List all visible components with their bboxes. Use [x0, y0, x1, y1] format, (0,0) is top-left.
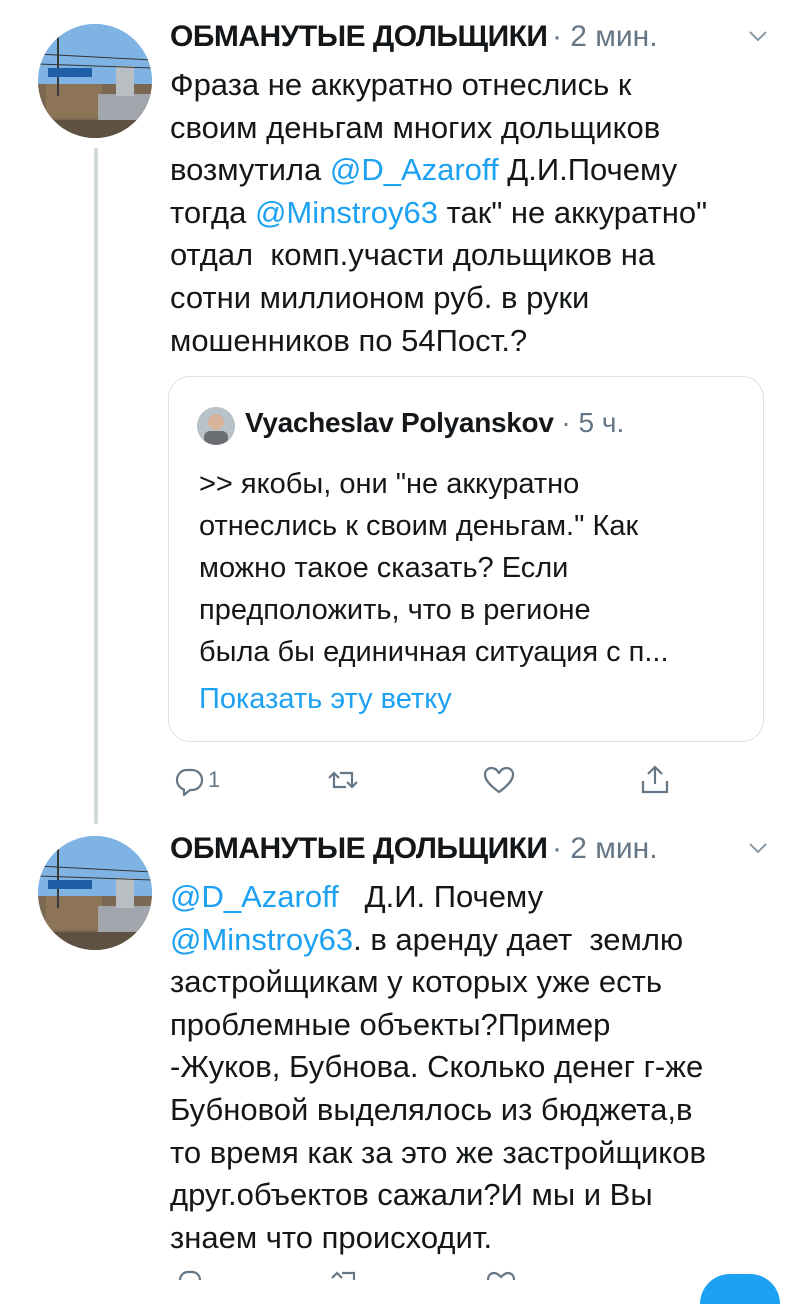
text-segment: Д.И. Почему — [364, 879, 544, 914]
reply-button[interactable]: 1 — [172, 760, 220, 800]
retweet-icon — [328, 771, 358, 789]
author-name[interactable]: ОБМАНУТЫЕ ДОЛЬЩИКИ — [170, 832, 548, 865]
mention-link[interactable]: @Minstroy63 — [255, 195, 438, 230]
like-icon[interactable] — [484, 1268, 518, 1280]
quoted-tweet[interactable]: Vyacheslav Polyanskov · 5 ч. >> якобы, о… — [168, 376, 764, 742]
mention-link[interactable]: @D_Azaroff — [170, 879, 339, 914]
chevron-down-icon[interactable] — [748, 30, 768, 42]
reply-count: 1 — [208, 767, 221, 792]
tweet-text: Фраза не аккуратно отнеслись к своим ден… — [170, 64, 770, 362]
like-button[interactable] — [482, 760, 516, 800]
thread-connector-line — [94, 148, 98, 824]
author-name[interactable]: ОБМАНУТЫЕ ДОЛЬЩИКИ — [170, 20, 548, 53]
quoted-author-name: Vyacheslav Polyanskov — [245, 407, 554, 438]
quoted-timestamp: · 5 ч. — [561, 407, 625, 438]
avatar[interactable] — [38, 836, 152, 950]
quoted-text: >> якобы, они "не аккуратно отнеслись к … — [199, 468, 669, 668]
tweet-header: ОБМАНУТЫЕ ДОЛЬЩИКИ · 2 мин. — [170, 20, 780, 60]
avatar[interactable] — [38, 24, 152, 138]
tweet-header: ОБМАНУТЫЕ ДОЛЬЩИКИ · 2 мин. — [170, 832, 780, 872]
reply-icon[interactable] — [172, 1268, 206, 1280]
quoted-header: Vyacheslav Polyanskov · 5 ч. — [245, 407, 624, 439]
tweet-actions: 1 — [170, 760, 730, 800]
timestamp[interactable]: · 2 мин. — [552, 20, 658, 53]
tweet-actions-partial — [170, 1268, 780, 1304]
retweet-button[interactable] — [326, 760, 360, 800]
quoted-avatar — [197, 407, 235, 445]
share-icon — [641, 765, 669, 794]
share-icon[interactable] — [700, 1274, 780, 1304]
text-segment: . в аренду дает землю застройщикам у кот… — [170, 921, 706, 1255]
timestamp[interactable]: · 2 мин. — [552, 832, 658, 865]
tweet-text: @D_Azaroff Д.И. Почему @Minstroy63. в ар… — [170, 876, 770, 1259]
chevron-down-icon[interactable] — [748, 842, 768, 854]
mention-link[interactable]: @D_Azaroff — [330, 152, 499, 187]
retweet-icon[interactable] — [328, 1268, 362, 1280]
share-button[interactable] — [638, 760, 672, 800]
reply-icon — [175, 768, 204, 797]
like-icon — [483, 766, 515, 794]
show-thread-link[interactable]: Показать эту ветку — [199, 683, 452, 716]
mention-link[interactable]: @Minstroy63 — [170, 922, 353, 957]
